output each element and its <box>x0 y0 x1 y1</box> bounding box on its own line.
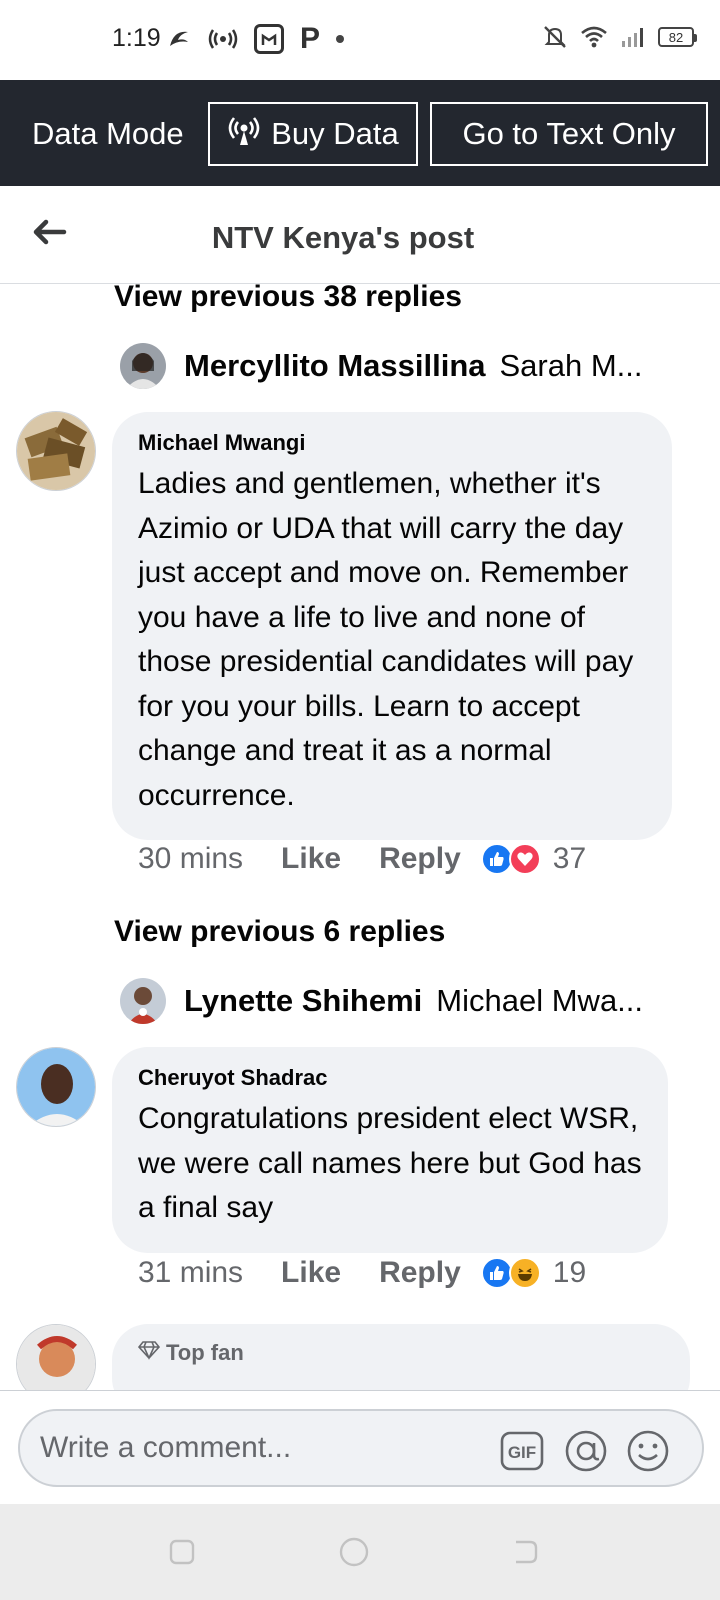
radio-icon <box>208 27 238 51</box>
reply-preview-row[interactable]: Mercyllito Massillina Sarah M... <box>120 341 643 391</box>
gif-label: GIF <box>508 1443 536 1462</box>
page-title: NTV Kenya's post <box>211 220 475 255</box>
like-button[interactable]: Like <box>281 1256 341 1290</box>
broadcast-icon <box>227 113 261 155</box>
recent-apps-icon[interactable] <box>166 1536 198 1568</box>
reply-preview-text: Sarah M... <box>499 348 643 383</box>
comment-input[interactable] <box>40 1427 500 1469</box>
status-bar: 1:19 P 82 <box>0 0 720 80</box>
buy-data-button[interactable]: Buy Data <box>208 102 418 166</box>
diamond-icon <box>137 1340 161 1366</box>
home-icon[interactable] <box>338 1536 370 1568</box>
avatar[interactable] <box>16 411 96 491</box>
top-fan-badge: Top fan <box>137 1340 244 1366</box>
avatar[interactable] <box>120 978 166 1024</box>
haha-reaction-icon <box>508 1257 541 1289</box>
data-mode-label: Data Mode <box>32 116 184 151</box>
avatar[interactable] <box>16 1324 96 1390</box>
back-icon[interactable] <box>508 1536 540 1568</box>
love-reaction-icon <box>508 843 541 875</box>
comment-time[interactable]: 30 mins <box>138 842 243 876</box>
reactions-summary[interactable]: 37 <box>480 842 587 876</box>
status-time: 1:19 <box>112 24 161 52</box>
comment-text: Ladies and gentlemen, whether it's Azimi… <box>138 467 634 812</box>
reply-button[interactable]: Reply <box>379 1256 461 1290</box>
go-to-text-only-button[interactable]: Go to Text Only <box>430 102 708 166</box>
buy-data-label: Buy Data <box>271 116 399 151</box>
comment-author[interactable]: Cheruyot Shadrac <box>138 1065 642 1091</box>
reply-button[interactable]: Reply <box>379 842 461 876</box>
comment-text: Congratulations president elect WSR, we … <box>138 1102 642 1224</box>
battery-icon: 82 <box>658 27 697 47</box>
reaction-count: 19 <box>552 1256 587 1289</box>
comment-meta: 31 mins Like Reply 19 <box>138 1256 586 1290</box>
system-nav-bar <box>0 1504 720 1600</box>
like-reaction-icon <box>480 843 513 875</box>
comment-input-container[interactable]: GIF <box>18 1409 704 1487</box>
status-right-icons: 82 <box>542 24 697 50</box>
like-reaction-icon <box>480 1257 513 1289</box>
text-only-label: Go to Text Only <box>462 116 676 151</box>
emoji-icon[interactable] <box>626 1429 670 1473</box>
comment-time[interactable]: 31 mins <box>138 1256 243 1290</box>
screenshot-icon <box>254 24 284 54</box>
view-previous-replies-link[interactable]: View previous 38 replies <box>114 284 462 314</box>
data-mode-bar: Data Mode Buy Data Go to Text Only <box>0 80 720 186</box>
mention-icon[interactable] <box>564 1429 608 1473</box>
signal-icon <box>620 25 646 49</box>
mute-icon <box>542 24 568 50</box>
comments-feed[interactable]: View previous 38 replies Mercyllito Mass… <box>0 284 720 1390</box>
comment-author[interactable]: Michael Mwangi <box>138 430 646 456</box>
gif-icon[interactable]: GIF <box>500 1429 544 1473</box>
reaction-count: 37 <box>552 842 587 875</box>
reply-preview-text: Michael Mwa... <box>436 983 644 1018</box>
wifi-icon <box>580 25 608 49</box>
avatar[interactable] <box>16 1047 96 1127</box>
status-left-icons: P <box>166 22 345 56</box>
view-previous-replies-link[interactable]: View previous 6 replies <box>114 915 445 949</box>
comment-bubble[interactable]: Michael Mwangi Ladies and gentlemen, whe… <box>112 412 672 840</box>
reactions-summary[interactable]: 19 <box>480 1256 587 1290</box>
top-fan-label: Top fan <box>166 1340 244 1365</box>
comment-composer: GIF <box>0 1390 720 1504</box>
comment-bubble[interactable]: Cheruyot Shadrac Congratulations preside… <box>112 1047 668 1253</box>
comment-meta: 30 mins Like Reply 37 <box>138 842 586 876</box>
app-notification-icon <box>166 26 192 52</box>
more-notifications-icon <box>336 35 345 43</box>
p-app-icon: P <box>300 22 321 55</box>
post-header: NTV Kenya's post <box>0 186 720 284</box>
avatar[interactable] <box>120 343 166 389</box>
reply-author-name[interactable]: Lynette Shihemi <box>184 983 422 1019</box>
like-button[interactable]: Like <box>281 842 341 876</box>
reply-author-name[interactable]: Mercyllito Massillina <box>184 348 486 384</box>
reply-preview-row[interactable]: Lynette Shihemi Michael Mwa... <box>120 976 643 1026</box>
